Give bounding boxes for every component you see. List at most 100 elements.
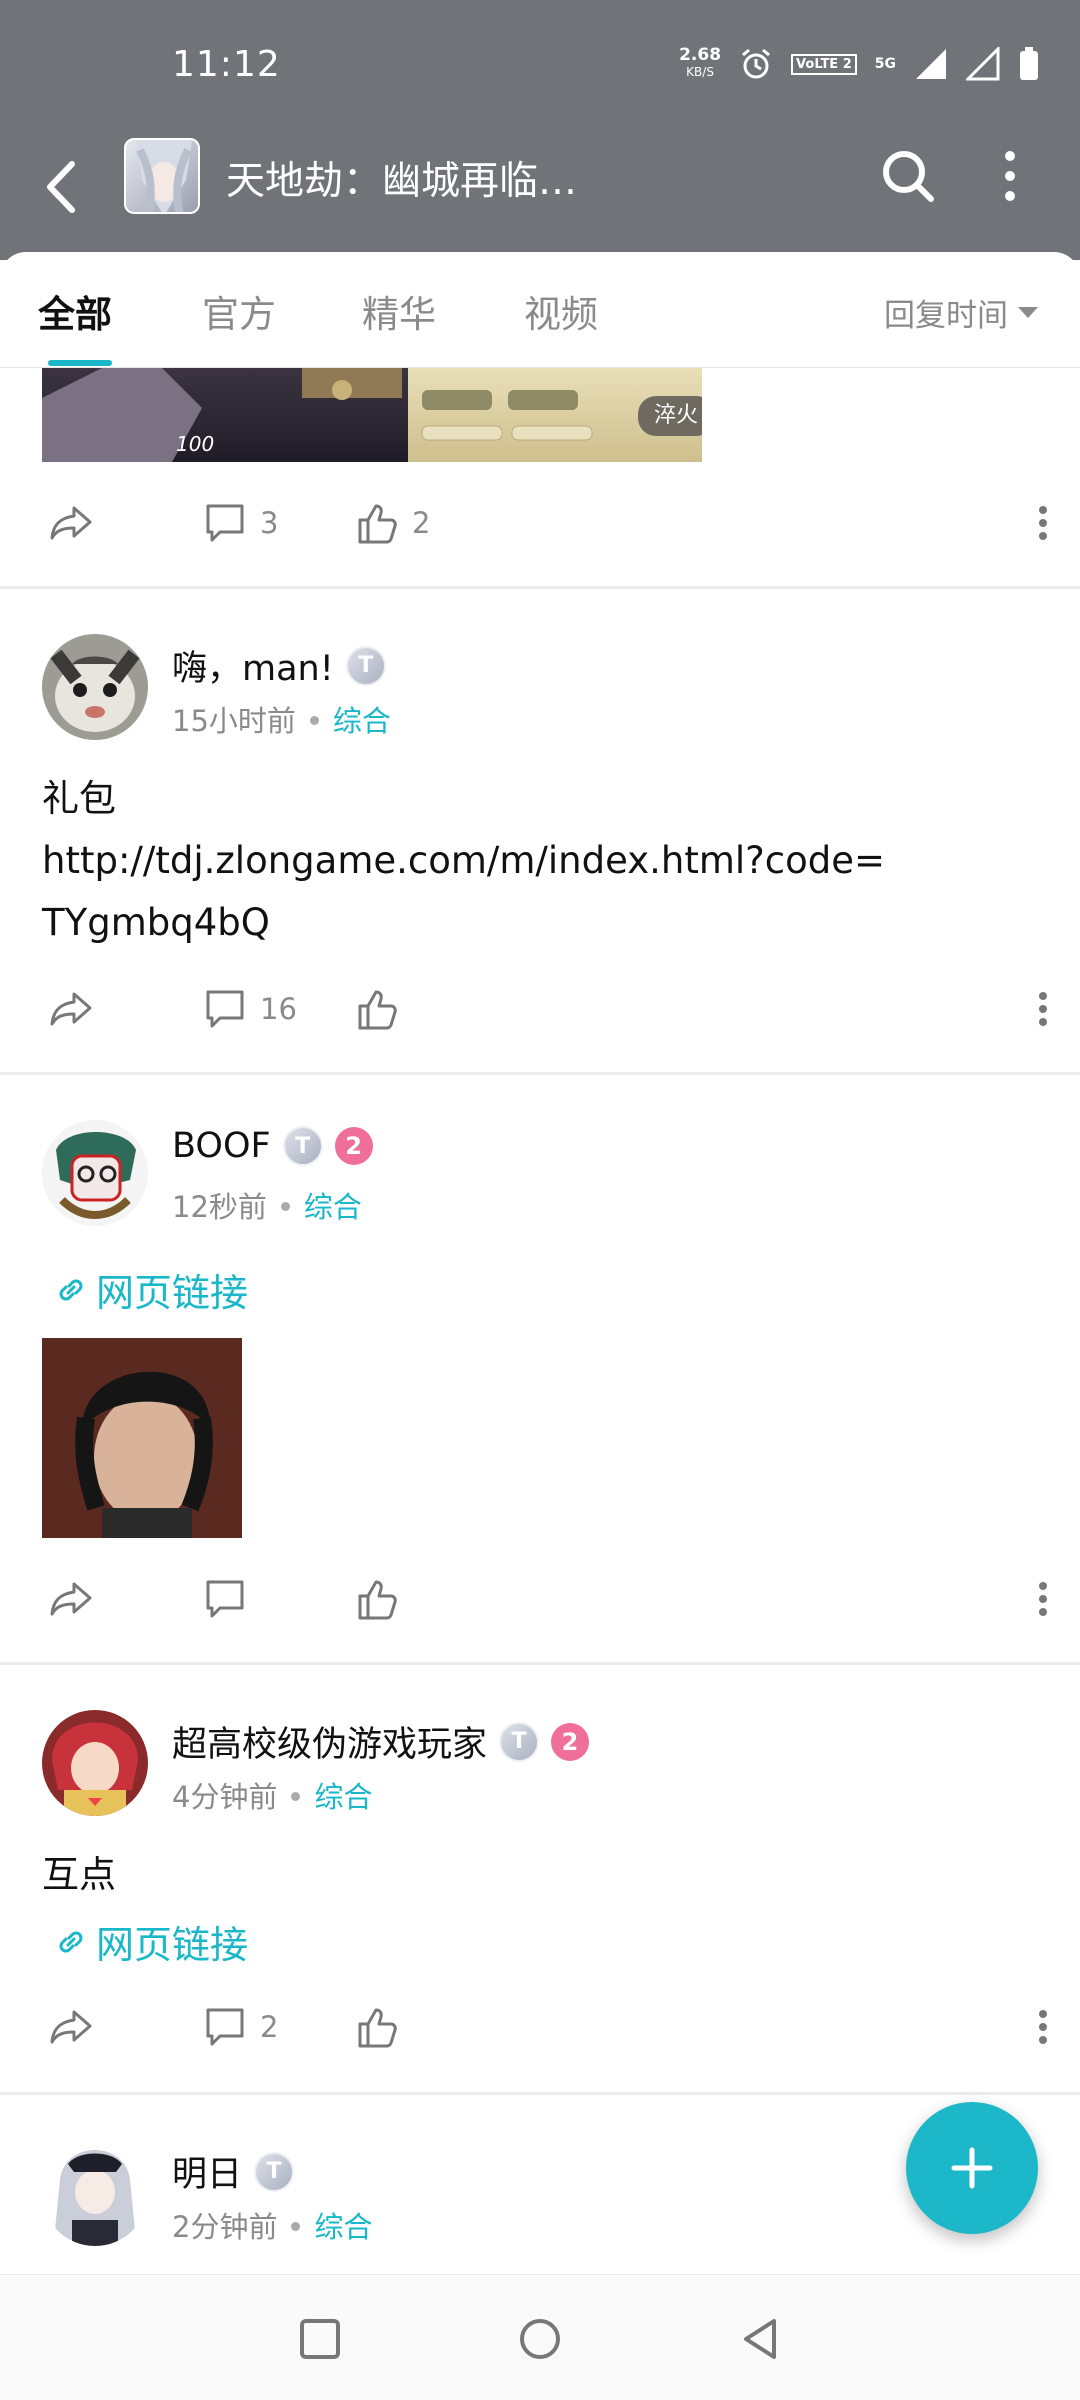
level-badge: 2 <box>334 1127 373 1165</box>
comment-icon <box>206 990 244 1028</box>
thumbs-up-icon <box>358 990 397 1030</box>
comment-count: 16 <box>260 992 297 1026</box>
share-icon <box>50 2010 92 2044</box>
post-more-button[interactable] <box>1020 986 1066 1032</box>
post-actions: 2 <box>0 1988 1080 2068</box>
comment-count: 2 <box>260 2010 279 2044</box>
forum-avatar-art <box>136 140 192 212</box>
comment-button[interactable]: 2 <box>202 2004 278 2050</box>
alarm-icon <box>742 48 770 79</box>
cat-avatar-art <box>42 634 148 740</box>
category-link[interactable]: 综合 <box>304 1190 362 1224</box>
post-more-button[interactable] <box>1020 1576 1066 1622</box>
like-button[interactable]: 2 <box>354 500 430 546</box>
caret-down-icon <box>1018 307 1038 318</box>
tab-official[interactable]: 官方 <box>202 284 276 338</box>
net-speed: 2.68 KB/S <box>679 45 722 80</box>
link-icon <box>59 1931 83 1952</box>
avatar[interactable] <box>42 1710 148 1816</box>
post-divider <box>0 2092 1080 2095</box>
portrait-photo <box>42 1338 242 1538</box>
comment-button[interactable]: 16 <box>202 986 297 1032</box>
username[interactable]: 嗨，man! T <box>172 640 386 691</box>
post-time: 2分钟前 <box>172 2210 278 2244</box>
more-vertical-icon[interactable] <box>990 144 1030 208</box>
badge-t-icon: T <box>499 1721 540 1762</box>
tab-all[interactable]: 全部 <box>38 284 112 338</box>
post-actions: 16 <box>0 970 1080 1050</box>
share-icon <box>50 1582 92 1616</box>
sort-dropdown[interactable]: 回复时间 <box>884 290 1038 335</box>
new-post-button[interactable] <box>906 2102 1038 2234</box>
post-more-button[interactable] <box>1020 500 1066 546</box>
post-header: BOOF T 2 12秒前 综合 <box>0 1120 1080 1240</box>
comment-button[interactable]: 3 <box>202 500 278 546</box>
back-arrow-icon[interactable] <box>32 152 92 222</box>
more-vertical-icon <box>1039 506 1047 540</box>
signal-icon <box>916 49 946 79</box>
meta-separator <box>291 1792 301 1801</box>
more-vertical-icon <box>1039 1582 1047 1616</box>
share-button[interactable] <box>48 2004 94 2050</box>
post-image[interactable]: 100 淬火 <box>42 368 702 462</box>
recent-apps-icon[interactable] <box>296 2315 344 2363</box>
category-link[interactable]: 综合 <box>333 704 391 738</box>
stamp-badge: 淬火 <box>638 396 702 436</box>
thumbs-up-icon <box>358 1580 397 1620</box>
anime-avatar-art <box>42 2140 148 2246</box>
like-count: 2 <box>412 506 431 540</box>
avatar[interactable] <box>42 2140 148 2246</box>
share-button[interactable] <box>48 500 94 546</box>
thumbs-up-icon <box>358 504 397 544</box>
post-more-button[interactable] <box>1020 2004 1066 2050</box>
category-link[interactable]: 综合 <box>314 2210 372 2244</box>
comment-icon <box>206 2008 244 2046</box>
system-nav-bar <box>0 2274 1080 2400</box>
share-icon <box>50 506 92 540</box>
avatar[interactable] <box>42 1120 148 1226</box>
web-link[interactable]: 网页链接 <box>54 1262 248 1317</box>
tab-featured[interactable]: 精华 <box>362 284 436 338</box>
category-link[interactable]: 综合 <box>314 1780 372 1814</box>
post-meta: 4分钟前 综合 <box>172 1774 372 1816</box>
status-bar: 11:12 2.68 KB/S VoLTE 2 5G <box>0 0 1080 130</box>
volte-icon: VoLTE 2 <box>791 53 857 75</box>
tab-video[interactable]: 视频 <box>524 284 598 338</box>
badge-t-icon: T <box>254 2151 295 2192</box>
comment-icon <box>206 504 244 542</box>
post-meta: 12秒前 综合 <box>172 1184 362 1226</box>
web-link[interactable]: 网页链接 <box>54 1914 248 1969</box>
post-content[interactable]: 互点 <box>42 1844 116 1906</box>
tab-bar: 全部 官方 精华 视频 回复时间 <box>0 252 1080 368</box>
meta-separator <box>280 1202 290 1211</box>
back-icon[interactable] <box>736 2315 784 2363</box>
comment-button[interactable] <box>202 1576 248 1622</box>
username[interactable]: 超高校级伪游戏玩家 T 2 <box>172 1716 590 1767</box>
comment-icon <box>206 1580 244 1618</box>
avatar[interactable] <box>42 634 148 740</box>
like-button[interactable] <box>354 986 400 1032</box>
game-screenshot-left: 100 <box>42 368 408 462</box>
forum-avatar[interactable] <box>124 138 200 214</box>
post-header: 超高校级伪游戏玩家 T 2 4分钟前 综合 <box>0 1710 1080 1830</box>
badge-t-icon: T <box>345 645 386 686</box>
share-button[interactable] <box>48 1576 94 1622</box>
more-vertical-icon <box>1039 992 1047 1026</box>
more-vertical-icon <box>1039 2010 1047 2044</box>
share-button[interactable] <box>48 986 94 1032</box>
post-time: 12秒前 <box>172 1190 267 1224</box>
username[interactable]: 明日 T <box>172 2146 295 2197</box>
like-button[interactable] <box>354 1576 400 1622</box>
post-content[interactable]: 礼包 http://tdj.zlongame.com/m/index.html?… <box>42 768 885 954</box>
search-icon[interactable] <box>876 144 940 208</box>
forum-title: 天地劫：幽城再临… <box>226 159 578 204</box>
signal-icon-2 <box>966 47 1000 81</box>
post-divider <box>0 586 1080 589</box>
username[interactable]: BOOF T 2 <box>172 1126 373 1166</box>
home-icon[interactable] <box>516 2315 564 2363</box>
post-time: 15小时前 <box>172 704 296 738</box>
like-button[interactable] <box>354 2004 400 2050</box>
post-image[interactable] <box>42 1338 242 1538</box>
link-icon <box>59 1279 83 1300</box>
thumbs-up-icon <box>358 2008 397 2048</box>
